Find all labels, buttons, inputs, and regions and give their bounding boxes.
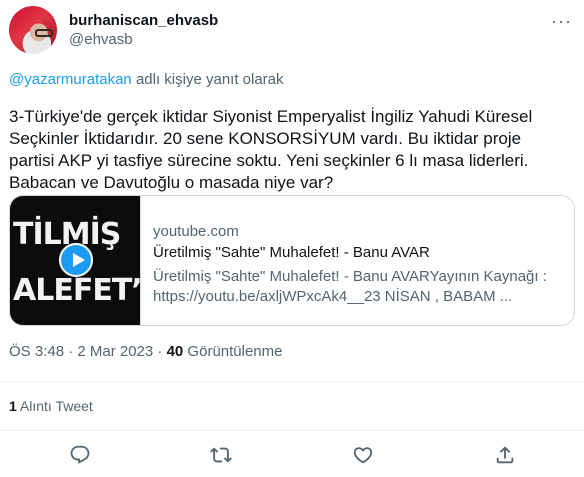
author-handle[interactable]: @ehvasb [69, 30, 218, 50]
link-card-body: youtube.com Üretilmiş "Sahte" Muhalefet!… [141, 196, 563, 325]
tweet-text: 3-Türkiye'de gerçek iktidar Siyonist Emp… [9, 107, 533, 192]
views-count: 40 [166, 343, 184, 360]
reply-context: @yazarmuratakan adlı kişiye yanıt olarak [9, 71, 284, 88]
card-description: Üretilmiş "Sahte" Muhalefet! - Banu AVAR… [153, 268, 547, 305]
thumbnail-caption-bottom: ALEFET’ [13, 273, 143, 308]
card-domain: youtube.com [153, 223, 239, 240]
retweet-icon[interactable] [210, 444, 232, 466]
action-bar [0, 444, 584, 466]
avatar-glasses [35, 29, 53, 37]
share-icon[interactable] [494, 444, 516, 466]
quote-label: Alıntı Tweet [16, 398, 93, 414]
reply-icon[interactable] [69, 444, 91, 466]
ellipsis-icon: ··· [551, 11, 572, 31]
tweet-header: burhaniscan_ehvasb @ehvasb [9, 6, 218, 54]
like-icon[interactable] [352, 444, 374, 466]
author-display-name[interactable]: burhaniscan_ehvasb [69, 12, 218, 30]
card-title[interactable]: Üretilmiş "Sahte" Muhalefet! - Banu AVAR [153, 243, 563, 263]
more-options-button[interactable]: ··· [551, 12, 572, 30]
divider [0, 430, 584, 431]
avatar[interactable] [9, 6, 57, 54]
views-label: Görüntülenme [183, 343, 283, 360]
author-names: burhaniscan_ehvasb @ehvasb [69, 12, 218, 50]
video-thumbnail[interactable]: TİLMİŞ ALEFET’ [10, 196, 143, 325]
reply-mention-link[interactable]: @yazarmuratakan [9, 71, 132, 88]
link-card[interactable]: TİLMİŞ ALEFET’ youtube.com Üretilmiş "Sa… [9, 195, 575, 326]
divider [0, 381, 584, 382]
tweet-timestamp[interactable]: ÖS 3:48 · 2 Mar 2023 · [9, 343, 167, 360]
reply-context-text: adlı kişiye yanıt olarak [131, 71, 284, 88]
tweet-meta: ÖS 3:48 · 2 Mar 2023 · 40 Görüntülenme [9, 343, 283, 360]
play-icon[interactable] [59, 243, 93, 277]
quote-tweets-link[interactable]: 1 Alıntı Tweet [9, 398, 93, 414]
quote-count: 1 [9, 398, 17, 414]
